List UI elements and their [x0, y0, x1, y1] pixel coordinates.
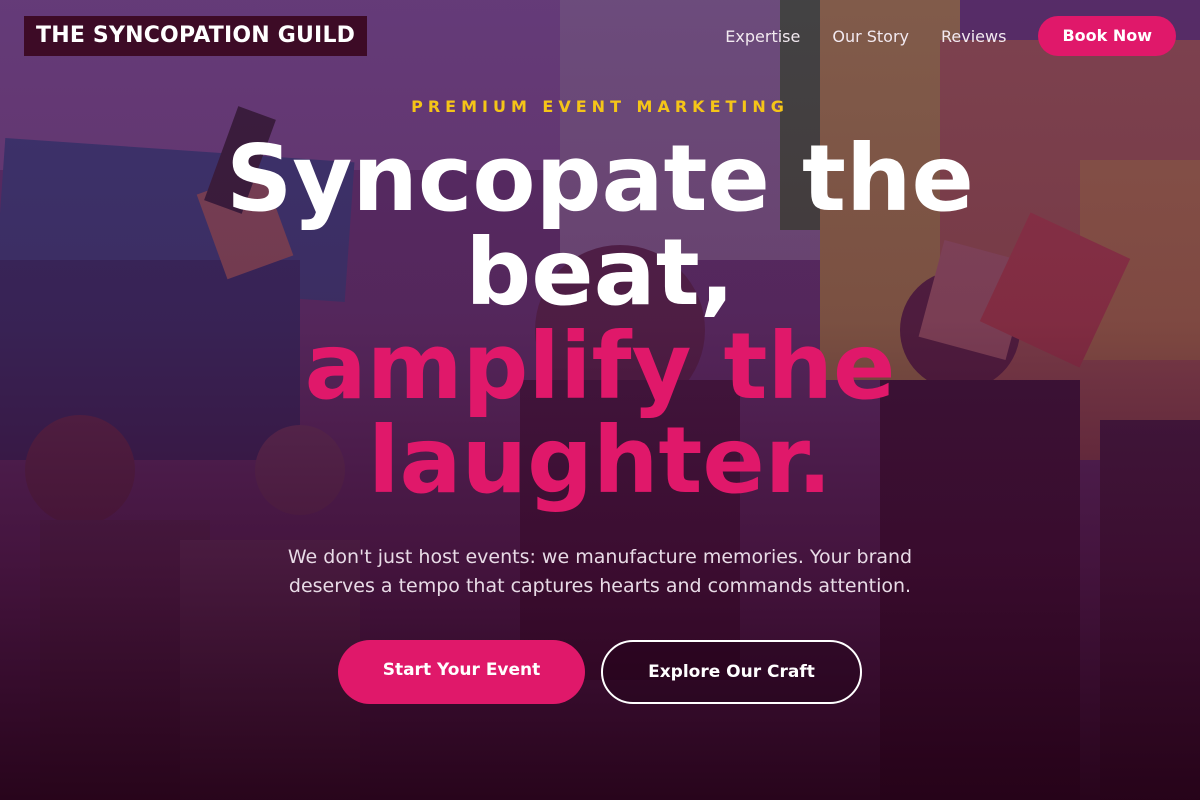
hero-cta-group: Start Your Event Explore Our Craft	[0, 640, 1200, 704]
headline-line-1: Syncopate the beat,	[226, 125, 974, 326]
headline-line-2: amplify the laughter.	[304, 313, 896, 514]
hero-eyebrow: PREMIUM EVENT MARKETING	[411, 97, 789, 116]
book-now-button[interactable]: Book Now	[1038, 16, 1176, 56]
nav-link-our-story[interactable]: Our Story	[832, 27, 909, 46]
brand-logo[interactable]: THE SYNCOPATION GUILD	[24, 16, 368, 56]
main-nav: Expertise Our Story Reviews Book Now	[725, 16, 1176, 56]
nav-link-reviews[interactable]: Reviews	[941, 27, 1006, 46]
start-event-button[interactable]: Start Your Event	[338, 640, 585, 704]
hero-subtext: We don't just host events: we manufactur…	[287, 546, 913, 597]
hero-headline: Syncopate the beat, amplify the laughter…	[150, 132, 1050, 508]
nav-link-expertise[interactable]: Expertise	[725, 27, 800, 46]
explore-craft-button[interactable]: Explore Our Craft	[601, 640, 862, 704]
